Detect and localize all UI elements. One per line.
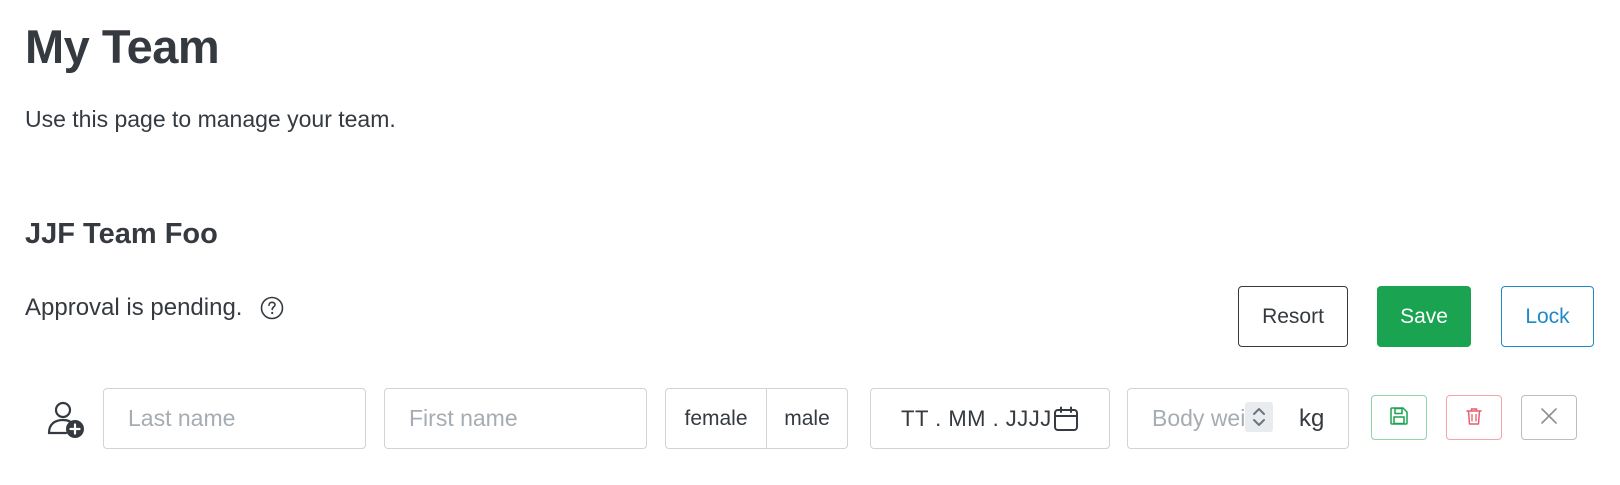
birthdate-input[interactable]: TT . MM . JJJJ — [901, 406, 1053, 432]
birthdate-field[interactable]: TT . MM . JJJJ — [870, 388, 1110, 449]
person-add-icon — [46, 400, 86, 440]
gender-option-male[interactable]: male — [767, 389, 847, 448]
gender-toggle-group: female male — [665, 388, 848, 449]
approval-status: Approval is pending. — [25, 293, 284, 323]
last-name-field-wrapper — [103, 388, 366, 449]
approval-status-text: Approval is pending. — [25, 294, 243, 321]
save-member-button[interactable] — [1371, 395, 1427, 440]
lock-button[interactable]: Lock — [1501, 286, 1594, 347]
body-weight-unit: kg — [1299, 404, 1325, 432]
first-name-field-wrapper — [384, 388, 647, 449]
close-icon — [1539, 406, 1559, 429]
trash-icon — [1464, 406, 1484, 429]
save-button[interactable]: Save — [1377, 286, 1471, 347]
cancel-member-button[interactable] — [1521, 395, 1577, 440]
chevron-up-down-icon[interactable] — [1245, 402, 1273, 432]
body-weight-field: kg — [1127, 388, 1349, 449]
delete-member-button[interactable] — [1446, 395, 1502, 440]
resort-button[interactable]: Resort — [1238, 286, 1348, 347]
gender-option-female[interactable]: female — [666, 389, 767, 448]
calendar-icon[interactable] — [1053, 406, 1079, 432]
floppy-disk-icon — [1389, 406, 1409, 429]
page-title: My Team — [25, 20, 220, 73]
first-name-input[interactable] — [385, 389, 646, 448]
page-description: Use this page to manage your team. — [25, 106, 396, 132]
team-name-heading: JJF Team Foo — [25, 218, 218, 250]
last-name-input[interactable] — [104, 389, 365, 448]
question-circle-icon[interactable] — [260, 296, 284, 320]
